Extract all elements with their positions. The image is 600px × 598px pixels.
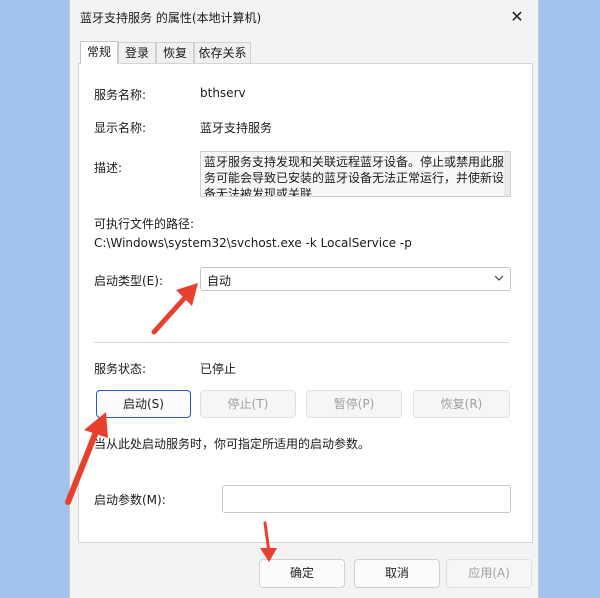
title-bar: 蓝牙支持服务 的属性(本地计算机) ✕ bbox=[70, 0, 538, 34]
service-status-value: 已停止 bbox=[200, 362, 237, 376]
divider bbox=[94, 342, 509, 343]
properties-dialog: 蓝牙支持服务 的属性(本地计算机) ✕ 常规 登录 恢复 依存关系 服务名称: … bbox=[69, 0, 539, 598]
startup-type-select[interactable]: 自动 bbox=[200, 267, 511, 291]
resume-button[interactable]: 恢复(R) bbox=[413, 390, 510, 418]
general-panel: 服务名称: bthserv 显示名称: 蓝牙支持服务 描述: 蓝牙服务支持发现和… bbox=[78, 63, 533, 543]
description-label: 描述: bbox=[94, 161, 123, 175]
tab-dependencies[interactable]: 依存关系 bbox=[194, 42, 251, 63]
dialog-footer: 确定 取消 应用(A) bbox=[70, 543, 538, 598]
stop-button[interactable]: 停止(T) bbox=[200, 390, 296, 418]
pause-button[interactable]: 暂停(P) bbox=[306, 390, 402, 418]
close-icon[interactable]: ✕ bbox=[502, 2, 532, 30]
path-label: 可执行文件的路径: bbox=[94, 217, 195, 231]
startup-hint: 当从此处启动服务时，你可指定所适用的启动参数。 bbox=[94, 437, 371, 451]
chevron-down-icon bbox=[494, 271, 504, 288]
service-name-value: bthserv bbox=[200, 86, 246, 100]
description-scrollbar[interactable] bbox=[504, 152, 510, 196]
tab-recovery[interactable]: 恢复 bbox=[156, 42, 194, 63]
startup-type-value: 自动 bbox=[207, 274, 232, 288]
apply-button[interactable]: 应用(A) bbox=[446, 559, 532, 588]
path-value: C:\Windows\system32\svchost.exe -k Local… bbox=[94, 236, 412, 250]
description-text: 蓝牙服务支持发现和关联远程蓝牙设备。停止或禁用此服务可能会导致已安装的蓝牙设备无… bbox=[204, 155, 505, 197]
window-title: 蓝牙支持服务 的属性(本地计算机) bbox=[80, 11, 262, 25]
display-name-value: 蓝牙支持服务 bbox=[200, 121, 273, 135]
ok-button[interactable]: 确定 bbox=[259, 559, 345, 588]
cancel-button[interactable]: 取消 bbox=[354, 559, 440, 588]
description-box[interactable]: 蓝牙服务支持发现和关联远程蓝牙设备。停止或禁用此服务可能会导致已安装的蓝牙设备无… bbox=[200, 151, 511, 197]
start-params-input[interactable] bbox=[222, 485, 511, 513]
start-params-label: 启动参数(M): bbox=[94, 493, 166, 507]
service-status-label: 服务状态: bbox=[94, 362, 147, 376]
service-name-label: 服务名称: bbox=[94, 88, 147, 102]
tab-general[interactable]: 常规 bbox=[80, 41, 118, 64]
display-name-label: 显示名称: bbox=[94, 121, 147, 135]
tab-logon[interactable]: 登录 bbox=[118, 42, 156, 63]
start-button[interactable]: 启动(S) bbox=[96, 390, 191, 418]
startup-type-label: 启动类型(E): bbox=[94, 274, 163, 288]
